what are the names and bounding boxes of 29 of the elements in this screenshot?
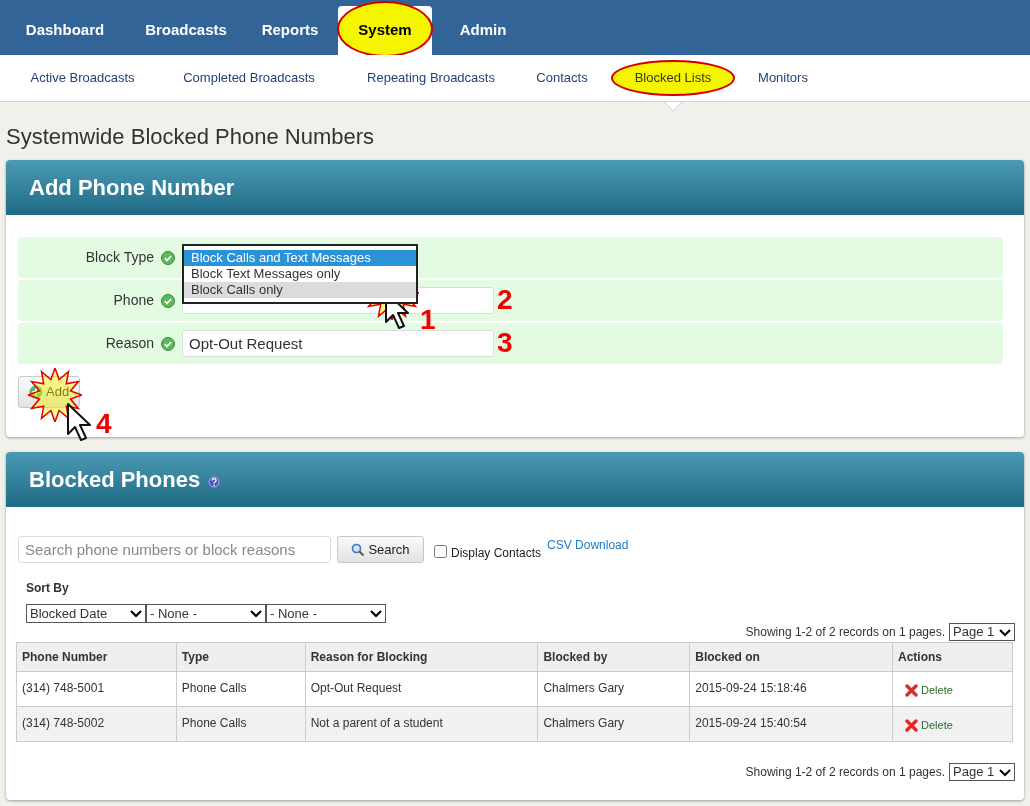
callout-number: 3: [497, 329, 513, 357]
page-title: Systemwide Blocked Phone Numbers: [6, 126, 375, 148]
table-cell: Chalmers Gary: [537, 706, 690, 742]
table-cell: Opt-Out Request: [305, 671, 538, 707]
table-cell: Not a parent of a student: [305, 706, 538, 742]
column-header: Blocked on: [689, 642, 893, 672]
column-header: Type: [176, 642, 306, 672]
table-cell: Phone Calls: [176, 671, 306, 707]
paging-info: Showing 1-2 of 2 records on 1 pages.: [745, 624, 945, 641]
column-header: Phone Number: [16, 642, 177, 672]
field-label: Reason: [105, 334, 154, 353]
panel-title: Blocked Phones: [29, 466, 201, 494]
paging-info: Showing 1-2 of 2 records on 1 pages.: [745, 764, 945, 781]
checkbox-label: Display Contacts: [451, 545, 542, 562]
table-cell: (314) 748-5001: [16, 671, 177, 707]
sort-by-label: Sort By: [26, 580, 70, 597]
table-cell: 2015-09-24 15:18:46: [689, 671, 893, 707]
callout-number: 2: [497, 286, 513, 314]
table-cell: Phone Calls: [176, 706, 306, 742]
column-header: Reason for Blocking: [305, 642, 538, 672]
field-label: Phone: [113, 291, 154, 310]
field-label: Block Type: [85, 248, 154, 267]
table-cell: 2015-09-24 15:40:54: [689, 706, 893, 742]
column-header: Blocked by: [537, 642, 690, 672]
table-cell: Chalmers Gary: [537, 671, 690, 707]
column-header: Actions: [892, 642, 1013, 672]
table-cell: (314) 748-5002: [16, 706, 177, 742]
panel-title: Add Phone Number: [29, 174, 235, 202]
callout-number: 4: [96, 410, 112, 438]
